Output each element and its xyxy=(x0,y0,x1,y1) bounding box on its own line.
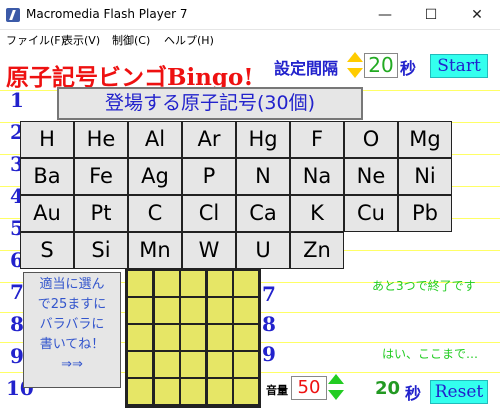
symbol-cell[interactable]: Ar xyxy=(182,121,236,158)
row-number-right: 7 xyxy=(262,282,276,306)
menu-bar: ファイル(F) 表示(V) 制御(C) ヘルプ(H) xyxy=(0,30,500,50)
instruction-note: 適当に選ん で25ますに バラバラに 書いてね！ ⇒⇒ xyxy=(23,272,121,388)
note-line: バラバラに xyxy=(39,317,105,332)
bingo-cell[interactable] xyxy=(154,352,179,377)
bingo-cell[interactable] xyxy=(207,271,232,296)
symbol-cell[interactable]: Cl xyxy=(182,195,236,232)
stop-message: はい、ここまで… xyxy=(382,347,479,361)
flash-app-icon xyxy=(6,8,20,22)
bingo-cell[interactable] xyxy=(234,325,258,350)
symbol-cell[interactable]: Ca xyxy=(236,195,290,232)
symbol-cell[interactable]: N xyxy=(236,158,290,195)
interval-down-arrow-icon[interactable] xyxy=(347,68,363,78)
note-line: ⇒⇒ xyxy=(61,357,83,372)
bingo-cell[interactable] xyxy=(128,325,152,350)
note-line: 書いてね！ xyxy=(39,337,105,352)
symbol-cell[interactable]: Ne xyxy=(344,158,398,195)
window-title: Macromedia Flash Player 7 xyxy=(26,7,188,21)
row-number-right: 9 xyxy=(262,342,276,366)
symbol-cell[interactable]: Na xyxy=(290,158,344,195)
symbol-cell[interactable]: Ag xyxy=(128,158,182,195)
symbol-cell[interactable]: C xyxy=(128,195,182,232)
bingo-cell[interactable] xyxy=(234,298,258,323)
symbol-cell[interactable]: F xyxy=(290,121,344,158)
symbol-cell[interactable]: Mg xyxy=(398,121,452,158)
minimize-button[interactable]: — xyxy=(362,0,408,30)
remaining-message: あと3つで終了です xyxy=(372,279,476,293)
symbol-cell[interactable]: Au xyxy=(20,195,74,232)
bingo-cell[interactable] xyxy=(181,325,205,350)
bingo-cell[interactable] xyxy=(234,271,258,296)
symbol-cell[interactable]: U xyxy=(236,232,290,269)
symbol-cell[interactable]: Pt xyxy=(74,195,128,232)
maximize-button[interactable]: ☐ xyxy=(408,0,454,30)
symbol-cell[interactable]: P xyxy=(182,158,236,195)
symbol-cell[interactable]: Mn xyxy=(128,232,182,269)
row-number: 9 xyxy=(10,344,24,368)
bingo-cell[interactable] xyxy=(181,379,205,404)
volume-up-arrow-icon[interactable] xyxy=(328,374,344,384)
bingo-cell[interactable] xyxy=(128,298,152,323)
close-button[interactable]: ✕ xyxy=(454,0,500,30)
bingo-cell[interactable] xyxy=(207,379,232,404)
start-button[interactable]: Start xyxy=(430,54,488,78)
timer-unit: 秒 xyxy=(405,384,422,403)
interval-value[interactable]: 20 xyxy=(364,53,398,78)
row-number: 7 xyxy=(10,280,24,304)
symbol-cell[interactable]: W xyxy=(182,232,236,269)
note-line: 適当に選ん xyxy=(39,277,105,292)
bingo-cell[interactable] xyxy=(181,298,205,323)
bingo-cell[interactable] xyxy=(128,352,152,377)
interval-unit: 秒 xyxy=(400,59,417,78)
bingo-cell[interactable] xyxy=(128,379,152,404)
note-line: で25ますに xyxy=(37,297,107,312)
interval-up-arrow-icon[interactable] xyxy=(347,52,363,62)
symbol-cell[interactable]: Ni xyxy=(398,158,452,195)
symbol-cell[interactable]: Cu xyxy=(344,195,398,232)
bingo-cell[interactable] xyxy=(128,271,152,296)
bingo-card xyxy=(125,268,261,408)
menu-control[interactable]: 制御(C) xyxy=(112,32,150,48)
bingo-cell[interactable] xyxy=(154,298,179,323)
volume-down-arrow-icon[interactable] xyxy=(328,390,344,400)
volume-value[interactable]: 50 xyxy=(291,376,327,400)
bingo-cell[interactable] xyxy=(234,352,258,377)
bingo-cell[interactable] xyxy=(234,379,258,404)
symbol-cell[interactable]: Zn xyxy=(290,232,344,269)
symbol-cell[interactable]: K xyxy=(290,195,344,232)
symbol-cell[interactable]: S xyxy=(20,232,74,269)
symbol-cell[interactable]: Ba xyxy=(20,158,74,195)
symbol-cell[interactable]: Fe xyxy=(74,158,128,195)
countdown-timer: 20 xyxy=(375,378,401,399)
reset-button[interactable]: Reset xyxy=(430,380,488,404)
symbol-cell[interactable]: Al xyxy=(128,121,182,158)
symbol-cell[interactable]: O xyxy=(344,121,398,158)
symbols-header: 登場する原子記号(30個) xyxy=(57,87,363,120)
bingo-cell[interactable] xyxy=(154,271,179,296)
symbol-cell[interactable]: Pb xyxy=(398,195,452,232)
row-number: 8 xyxy=(10,312,24,336)
interval-label: 設定間隔 xyxy=(274,59,339,78)
flash-stage: 1 2 3 4 5 6 7 8 9 10 7 8 9 原子記号ビンゴBingo!… xyxy=(0,50,500,410)
bingo-cell[interactable] xyxy=(181,271,205,296)
symbol-cell[interactable]: He xyxy=(74,121,128,158)
volume-label: 音量 xyxy=(266,384,288,397)
row-number-right: 8 xyxy=(262,312,276,336)
symbol-cell[interactable]: Hg xyxy=(236,121,290,158)
bingo-cell[interactable] xyxy=(181,352,205,377)
symbol-cell[interactable]: Si xyxy=(74,232,128,269)
bingo-cell[interactable] xyxy=(207,352,232,377)
bingo-cell[interactable] xyxy=(207,298,232,323)
bingo-cell[interactable] xyxy=(207,325,232,350)
symbol-cell[interactable]: H xyxy=(20,121,74,158)
menu-file[interactable]: ファイル(F) xyxy=(6,32,65,48)
window-titlebar: Macromedia Flash Player 7 — ☐ ✕ xyxy=(0,0,500,30)
menu-view[interactable]: 表示(V) xyxy=(62,32,100,48)
menu-help[interactable]: ヘルプ(H) xyxy=(164,32,214,48)
bingo-cell[interactable] xyxy=(154,379,179,404)
bingo-cell[interactable] xyxy=(154,325,179,350)
